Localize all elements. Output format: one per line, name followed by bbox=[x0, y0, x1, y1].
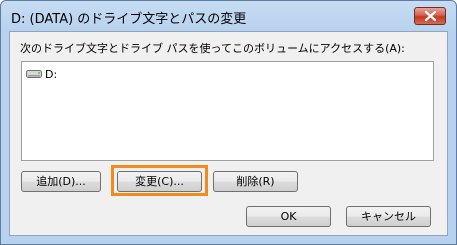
remove-button[interactable]: 削除(R) bbox=[213, 171, 298, 192]
title-bar[interactable]: D: (DATA) のドライブ文字とパスの変更 bbox=[1, 1, 456, 31]
window-title: D: (DATA) のドライブ文字とパスの変更 bbox=[11, 12, 247, 27]
drive-icon bbox=[26, 70, 42, 78]
list-item[interactable]: D: bbox=[26, 67, 57, 81]
instruction-label: 次のドライブ文字とドライブ パスを使ってこのボリュームにアクセスする(A): bbox=[20, 42, 405, 55]
close-button[interactable] bbox=[414, 7, 446, 25]
drive-path-listbox[interactable]: D: bbox=[21, 61, 434, 161]
dialog-body: 次のドライブ文字とドライブ パスを使ってこのボリュームにアクセスする(A): D… bbox=[9, 31, 448, 236]
change-button-highlight bbox=[111, 165, 208, 196]
dialog-window: D: (DATA) のドライブ文字とパスの変更 次のドライブ文字とドライブ パス… bbox=[0, 0, 457, 245]
list-item-label: D: bbox=[45, 67, 58, 81]
ok-button[interactable]: OK bbox=[246, 206, 331, 227]
add-button[interactable]: 追加(D)... bbox=[21, 171, 101, 192]
cancel-button[interactable]: キャンセル bbox=[346, 206, 431, 227]
close-icon bbox=[425, 11, 436, 21]
